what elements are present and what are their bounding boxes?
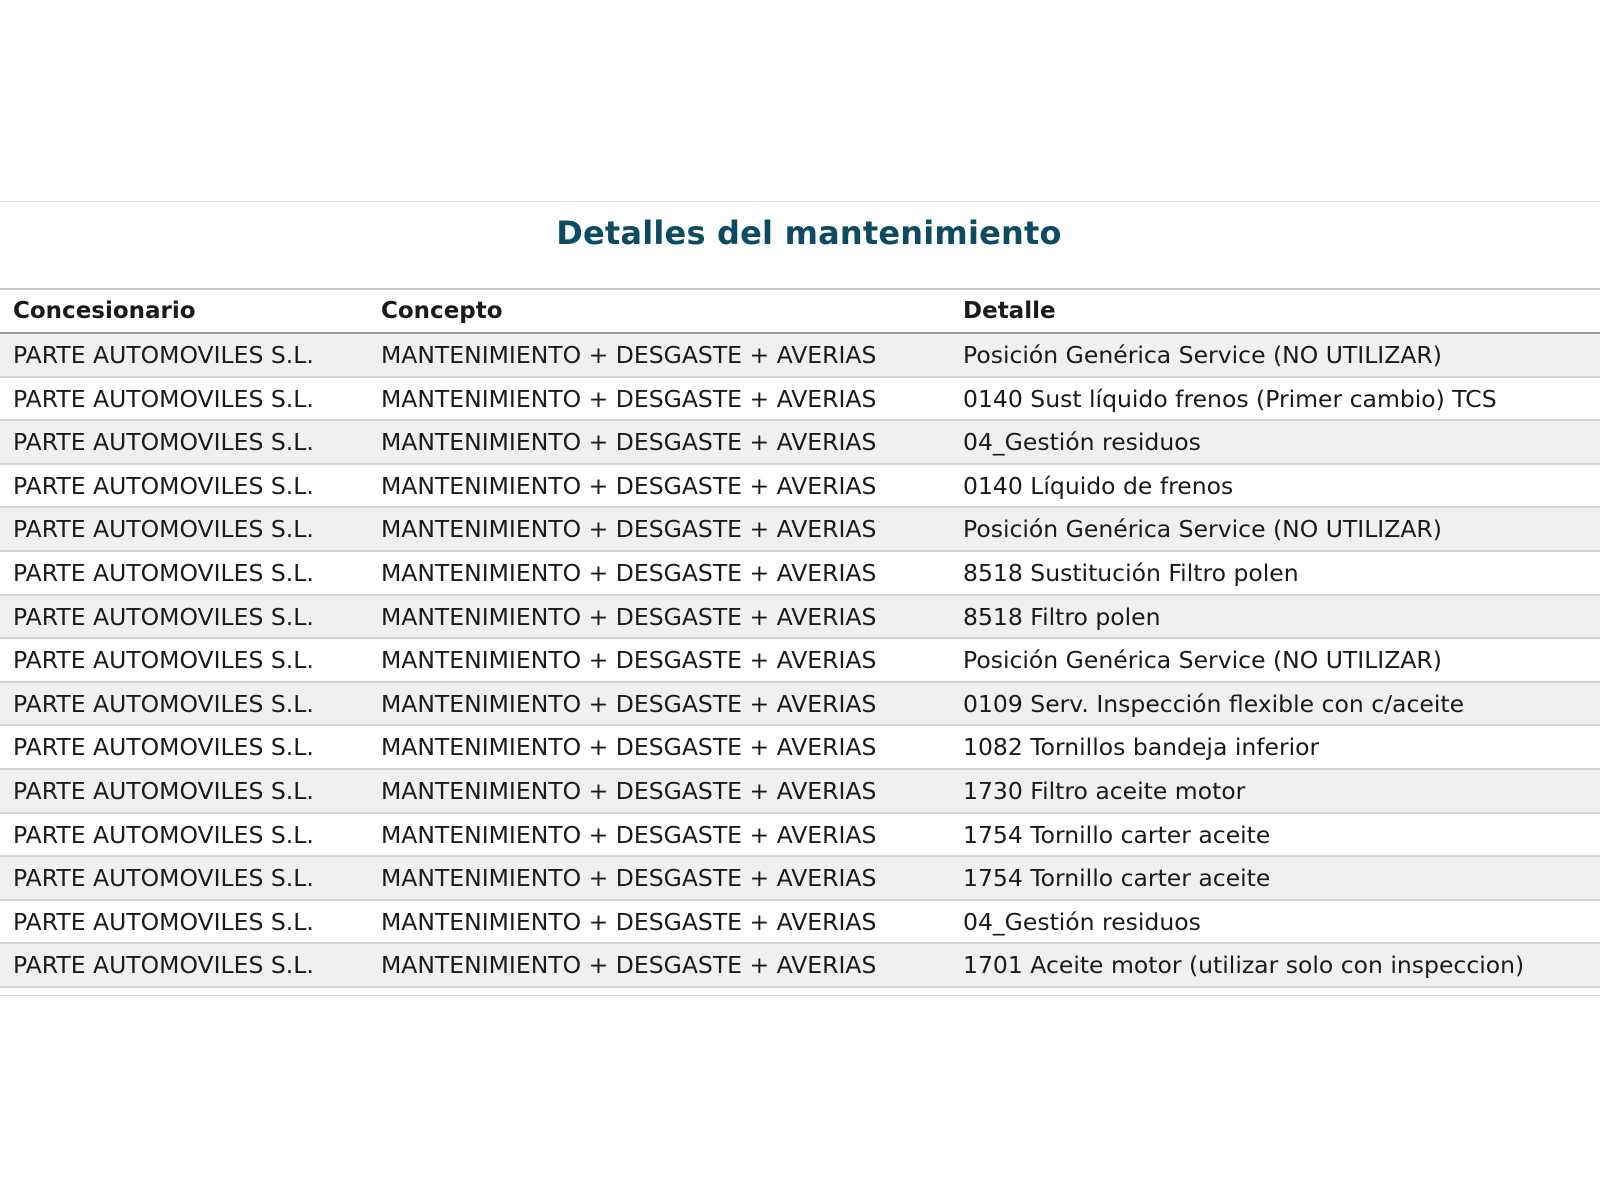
table-row: PARTE AUTOMOVILES S.L. MANTENIMIENTO + DE… xyxy=(0,464,1600,509)
cell-concesionario: PARTE AUTOMOVILES S.L. xyxy=(13,515,314,544)
table-row: PARTE AUTOMOVILES S.L. MANTENIMIENTO + DE… xyxy=(0,857,1600,901)
table-row: PARTE AUTOMOVILES S.L. MANTENIMIENTO + DE… xyxy=(0,726,1600,770)
table-header-row: Concesionario Concepto Detalle xyxy=(0,290,1600,334)
cell-detalle: Posición Genérica Service (NO UTILIZAR) xyxy=(963,646,1442,675)
cell-concesionario: PARTE AUTOMOVILES S.L. xyxy=(13,471,314,500)
column-header-detalle: Detalle xyxy=(963,298,1056,324)
table-row: PARTE AUTOMOVILES S.L. MANTENIMIENTO + DE… xyxy=(0,682,1600,727)
cell-concepto: MANTENIMIENTO + DESGASTE + AVERIAS xyxy=(381,646,877,675)
maintenance-table: Concesionario Concepto Detalle PARTE AUT… xyxy=(0,288,1600,988)
cell-concesionario: PARTE AUTOMOVILES S.L. xyxy=(13,951,314,980)
table-row: PARTE AUTOMOVILES S.L. MANTENIMIENTO + DE… xyxy=(0,508,1600,552)
cell-concepto: MANTENIMIENTO + DESGASTE + AVERIAS xyxy=(381,689,877,718)
table-row: PARTE AUTOMOVILES S.L. MANTENIMIENTO + DE… xyxy=(0,813,1600,858)
cell-concesionario: PARTE AUTOMOVILES S.L. xyxy=(13,558,314,587)
cell-detalle: Posición Genérica Service (NO UTILIZAR) xyxy=(963,341,1442,369)
cell-concepto: MANTENIMIENTO + DESGASTE + AVERIAS xyxy=(381,471,877,500)
cell-detalle: 04_Gestión residuos xyxy=(963,907,1201,936)
cell-concepto: MANTENIMIENTO + DESGASTE + AVERIAS xyxy=(381,384,877,413)
cell-concepto: MANTENIMIENTO + DESGASTE + AVERIAS xyxy=(381,558,877,587)
cell-concesionario: PARTE AUTOMOVILES S.L. xyxy=(13,776,314,805)
page: Detalles del mantenimiento Concesionario… xyxy=(0,0,1600,1200)
cell-concesionario: PARTE AUTOMOVILES S.L. xyxy=(13,602,314,631)
cell-detalle: 1754 Tornillo carter aceite xyxy=(963,864,1271,893)
cell-concesionario: PARTE AUTOMOVILES S.L. xyxy=(13,907,314,936)
cell-concesionario: PARTE AUTOMOVILES S.L. xyxy=(13,820,314,849)
cell-detalle: 0109 Serv. Inspección flexible con c/ace… xyxy=(963,689,1465,718)
cell-concepto: MANTENIMIENTO + DESGASTE + AVERIAS xyxy=(381,907,877,936)
cell-concesionario: PARTE AUTOMOVILES S.L. xyxy=(13,733,314,762)
cell-concepto: MANTENIMIENTO + DESGASTE + AVERIAS xyxy=(381,602,877,631)
cell-detalle: 1730 Filtro aceite motor xyxy=(963,776,1246,805)
table-row: PARTE AUTOMOVILES S.L. MANTENIMIENTO + DE… xyxy=(0,377,1600,422)
table-row: PARTE AUTOMOVILES S.L. MANTENIMIENTO + DE… xyxy=(0,944,1600,988)
cell-concesionario: PARTE AUTOMOVILES S.L. xyxy=(13,689,314,718)
cell-concepto: MANTENIMIENTO + DESGASTE + AVERIAS xyxy=(381,515,877,544)
cell-detalle: 1082 Tornillos bandeja inferior xyxy=(963,733,1320,762)
cell-detalle: 8518 Filtro polen xyxy=(963,602,1161,631)
table-body: PARTE AUTOMOVILES S.L. MANTENIMIENTO + DE… xyxy=(0,334,1600,988)
cell-concepto: MANTENIMIENTO + DESGASTE + AVERIAS xyxy=(381,733,877,762)
cell-detalle: 0140 Líquido de frenos xyxy=(963,471,1234,500)
table-row: PARTE AUTOMOVILES S.L. MANTENIMIENTO + DE… xyxy=(0,769,1600,814)
table-row: PARTE AUTOMOVILES S.L. MANTENIMIENTO + DE… xyxy=(0,421,1600,465)
cell-detalle: 1754 Tornillo carter aceite xyxy=(963,820,1271,849)
page-title: Detalles del mantenimiento xyxy=(556,214,1062,252)
table-row: PARTE AUTOMOVILES S.L. MANTENIMIENTO + DE… xyxy=(0,551,1600,596)
cell-concesionario: PARTE AUTOMOVILES S.L. xyxy=(13,428,314,457)
table-row: PARTE AUTOMOVILES S.L. MANTENIMIENTO + DE… xyxy=(0,595,1600,640)
cell-concepto: MANTENIMIENTO + DESGASTE + AVERIAS xyxy=(381,820,877,849)
cell-concepto: MANTENIMIENTO + DESGASTE + AVERIAS xyxy=(381,864,877,893)
cell-detalle: 04_Gestión residuos xyxy=(963,428,1201,457)
column-header-concesionario: Concesionario xyxy=(13,298,196,324)
column-header-concepto: Concepto xyxy=(381,298,503,324)
cell-concepto: MANTENIMIENTO + DESGASTE + AVERIAS xyxy=(381,776,877,805)
cell-concesionario: PARTE AUTOMOVILES S.L. xyxy=(13,384,314,413)
table-row: PARTE AUTOMOVILES S.L. MANTENIMIENTO + DE… xyxy=(0,334,1600,378)
table-row: PARTE AUTOMOVILES S.L. MANTENIMIENTO + DE… xyxy=(0,900,1600,945)
table-row: PARTE AUTOMOVILES S.L. MANTENIMIENTO + DE… xyxy=(0,639,1600,683)
cell-concesionario: PARTE AUTOMOVILES S.L. xyxy=(13,341,314,369)
maintenance-panel: Detalles del mantenimiento Concesionario… xyxy=(0,201,1600,996)
cell-concesionario: PARTE AUTOMOVILES S.L. xyxy=(13,646,314,675)
cell-concepto: MANTENIMIENTO + DESGASTE + AVERIAS xyxy=(381,951,877,980)
cell-concepto: MANTENIMIENTO + DESGASTE + AVERIAS xyxy=(381,428,877,457)
cell-detalle: 0140 Sust líquido frenos (Primer cambio)… xyxy=(963,384,1497,413)
cell-concepto: MANTENIMIENTO + DESGASTE + AVERIAS xyxy=(381,341,877,369)
cell-detalle: Posición Genérica Service (NO UTILIZAR) xyxy=(963,515,1442,544)
cell-detalle: 8518 Sustitución Filtro polen xyxy=(963,558,1299,587)
cell-concesionario: PARTE AUTOMOVILES S.L. xyxy=(13,864,314,893)
cell-detalle: 1701 Aceite motor (utilizar solo con ins… xyxy=(963,951,1525,980)
